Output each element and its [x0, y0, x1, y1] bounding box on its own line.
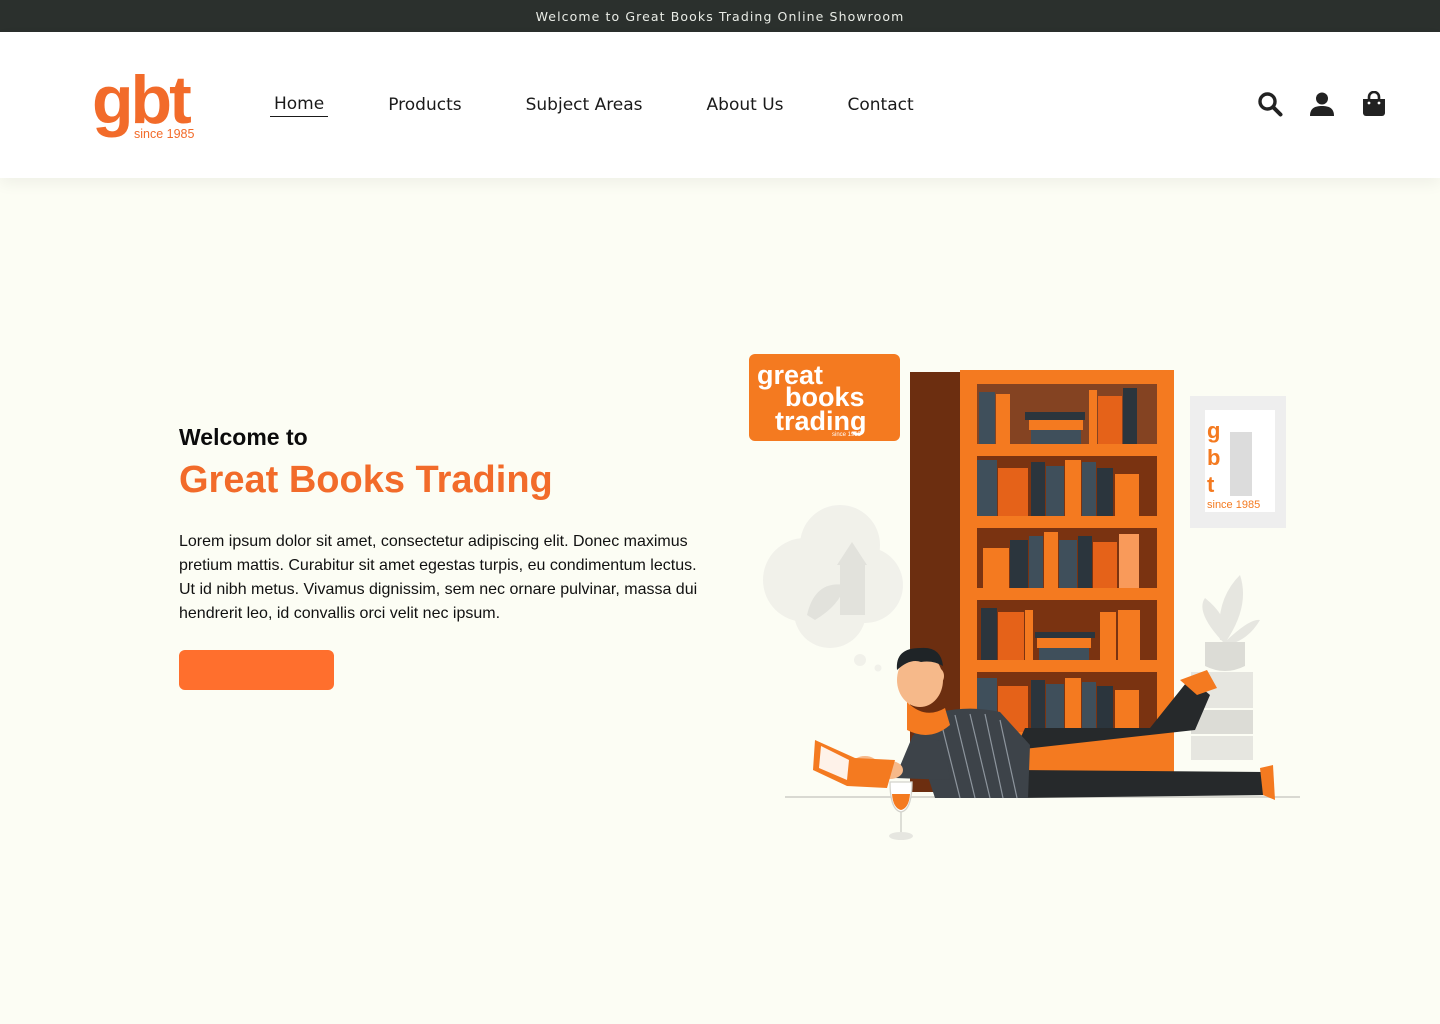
brand-sign: great books trading since 1985	[749, 354, 900, 441]
plant-stack	[1191, 575, 1260, 760]
nav-item-subject-areas[interactable]: Subject Areas	[522, 93, 647, 117]
hero-title: Great Books Trading	[179, 459, 553, 501]
thought-cloud	[763, 505, 903, 672]
logo-tagline: since 1985	[133, 127, 196, 141]
user-icon[interactable]	[1308, 90, 1336, 118]
hero-section: Welcome to Great Books Trading Lorem ips…	[179, 424, 709, 690]
hero-illustration: great books trading since 1985 g b t sin…	[745, 350, 1305, 850]
frame-since: since 1985	[1207, 499, 1260, 511]
nav-item-contact[interactable]: Contact	[844, 93, 918, 117]
nav-item-home[interactable]: Home	[270, 92, 329, 117]
sign-text-since: since 1985	[832, 432, 862, 438]
frame-letter-g: g	[1207, 418, 1220, 443]
announcement-text: Welcome to Great Books Trading Online Sh…	[535, 8, 905, 24]
site-header: gbt since 1985 Home Products Subject Are…	[0, 32, 1440, 178]
search-icon[interactable]	[1256, 90, 1284, 118]
site-logo[interactable]: gbt since 1985	[92, 66, 212, 146]
nav-item-about-us[interactable]: About Us	[703, 93, 788, 117]
main-nav: Home Products Subject Areas About Us Con…	[270, 92, 974, 117]
logo-wordmark: gbt	[92, 62, 192, 138]
nav-item-products[interactable]: Products	[384, 93, 465, 117]
hero-welcome: Welcome to	[179, 424, 308, 450]
announcement-bar: Welcome to Great Books Trading Online Sh…	[0, 0, 1440, 32]
hero-cta-button[interactable]	[179, 650, 334, 690]
header-actions	[1256, 90, 1388, 118]
picture-frame: g b t since 1985	[1190, 396, 1286, 528]
shopping-bag-icon[interactable]	[1360, 90, 1388, 118]
frame-letter-b: b	[1207, 445, 1220, 470]
hero-description: Lorem ipsum dolor sit amet, consectetur …	[179, 533, 698, 622]
frame-letter-t: t	[1207, 472, 1215, 497]
